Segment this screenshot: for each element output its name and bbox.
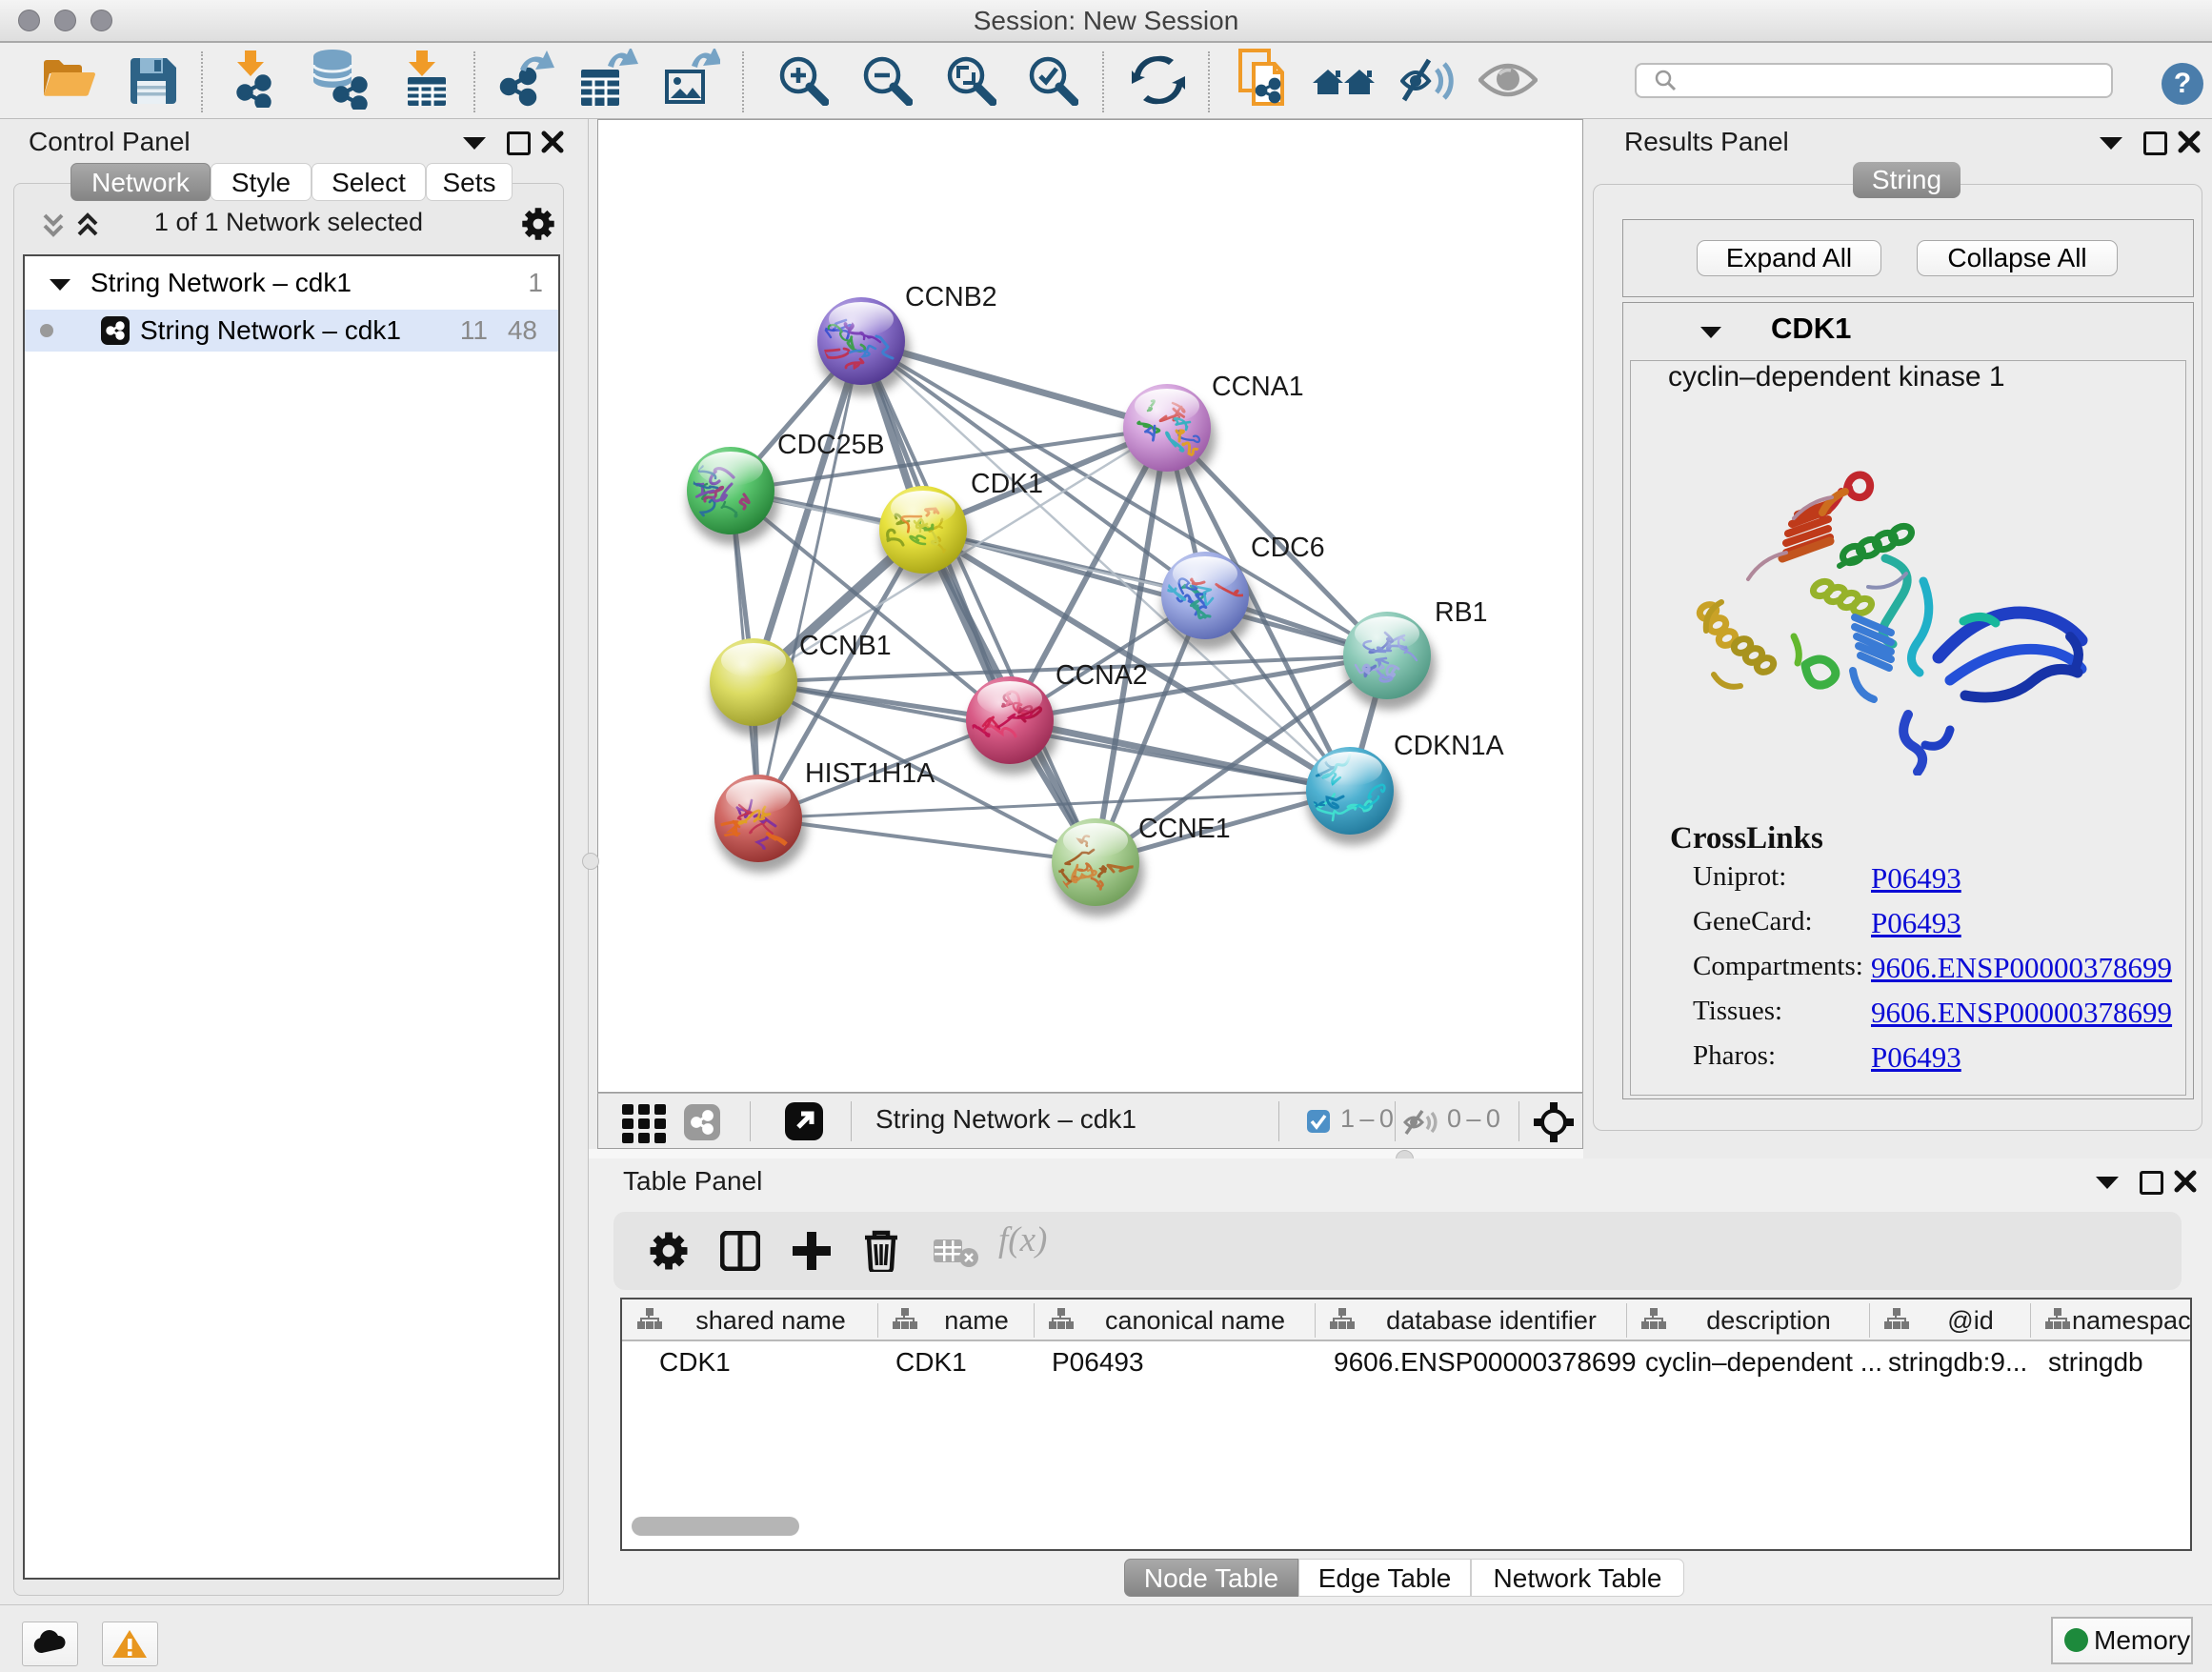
svg-text:CDK1: CDK1: [971, 469, 1043, 499]
svg-text:CCNA2: CCNA2: [1056, 660, 1148, 691]
svg-text:CCNE1: CCNE1: [1138, 814, 1231, 844]
svg-text:CCNA1: CCNA1: [1212, 372, 1304, 402]
svg-text:CDC6: CDC6: [1251, 533, 1325, 563]
svg-text:CCNB1: CCNB1: [799, 631, 892, 661]
svg-text:HIST1H1A: HIST1H1A: [805, 758, 935, 789]
svg-text:RB1: RB1: [1435, 597, 1487, 628]
svg-text:CCNB2: CCNB2: [905, 282, 997, 312]
svg-text:CDC25B: CDC25B: [777, 430, 884, 460]
svg-text:CDKN1A: CDKN1A: [1394, 731, 1504, 761]
